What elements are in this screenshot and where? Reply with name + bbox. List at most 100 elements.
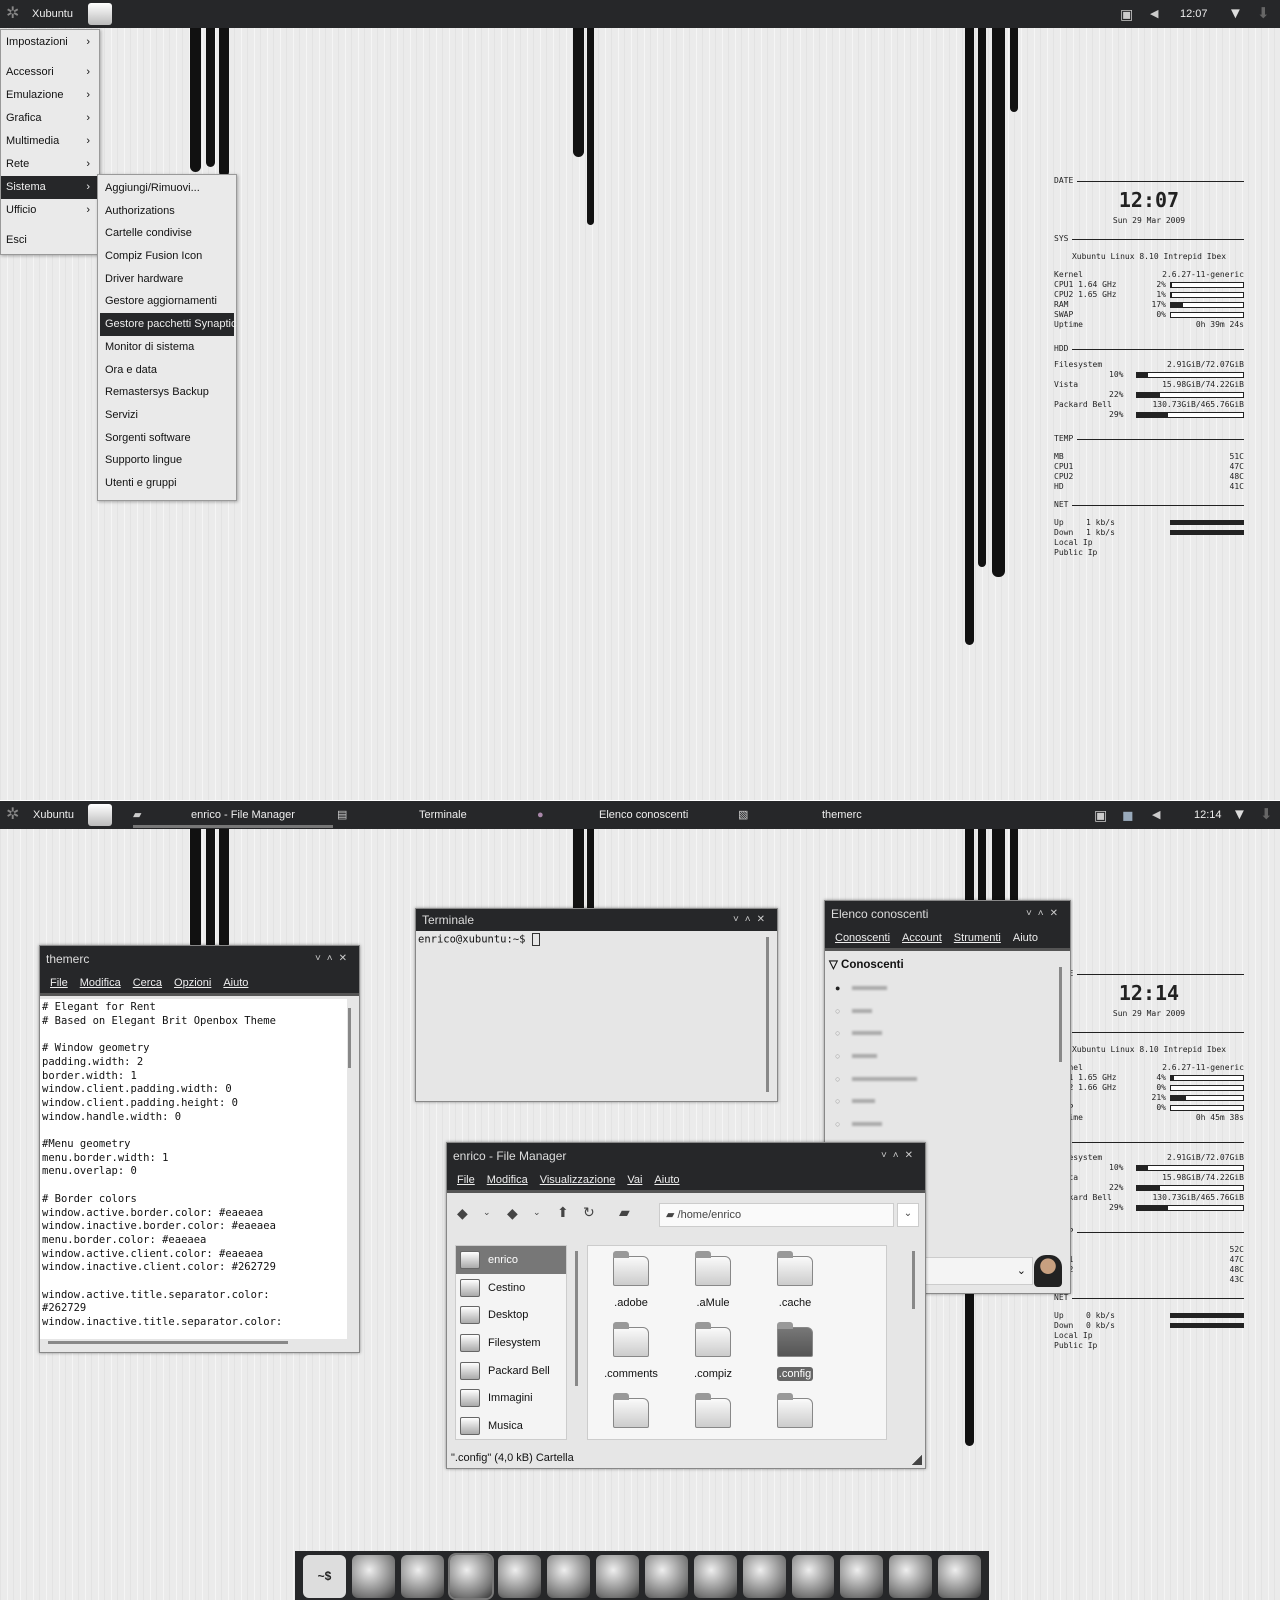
avatar[interactable] <box>1034 1255 1062 1287</box>
menu-item-impostazioni[interactable]: Impostazioni › <box>1 31 99 54</box>
window-controls[interactable]: ˅˄✕ <box>733 909 771 931</box>
place-item[interactable]: Cestino <box>456 1274 566 1302</box>
file-view-scrollbar[interactable] <box>912 1251 915 1309</box>
dock-lastfm-icon[interactable] <box>791 1555 835 1598</box>
menu-item-rete[interactable]: Rete › <box>1 153 99 176</box>
logout-icon[interactable]: ⬇ <box>1260 801 1273 829</box>
menu-item-esci[interactable]: Esci <box>1 229 99 252</box>
submenu-item[interactable]: Authorizations <box>100 200 234 223</box>
title-bar[interactable]: Elenco conoscenti ˅˄✕ <box>825 901 1070 927</box>
dock-archive-icon[interactable] <box>840 1555 884 1598</box>
file-item[interactable]: .compiz <box>672 1322 754 1398</box>
window-controls[interactable]: ˅˄✕ <box>1026 901 1064 927</box>
dock-torrent-icon[interactable] <box>889 1555 933 1598</box>
file-item[interactable]: .cache <box>754 1251 836 1327</box>
submenu-item[interactable]: Sorgenti software <box>100 427 234 450</box>
menu-item-multimedia[interactable]: Multimedia › <box>1 130 99 153</box>
place-item[interactable]: Packard Bell <box>456 1357 566 1385</box>
menu-modifica[interactable]: Modifica <box>80 977 121 989</box>
menu-account[interactable]: Account <box>902 932 942 944</box>
file-item[interactable]: .config <box>754 1322 836 1398</box>
dock-text-editor-icon[interactable] <box>351 1555 395 1598</box>
submenu-item[interactable]: Servizi <box>100 404 234 427</box>
menu-visualizzazione[interactable]: Visualizzazione <box>540 1174 616 1186</box>
submenu-item[interactable]: Gestore aggiornamenti <box>100 290 234 313</box>
buddy-group[interactable]: ▽ Conoscenti <box>825 951 1070 977</box>
title-bar[interactable]: enrico - File Manager ˅˄✕ <box>447 1143 925 1169</box>
menu-aiuto[interactable]: Aiuto <box>1013 932 1038 944</box>
file-item[interactable]: .adobe <box>590 1251 672 1327</box>
text-area[interactable]: # Elegant for Rent # Based on Elegant Br… <box>40 999 347 1339</box>
submenu-item[interactable]: Cartelle condivise <box>100 222 234 245</box>
menu-cerca[interactable]: Cerca <box>133 977 162 989</box>
sidebar-scrollbar[interactable] <box>575 1251 578 1386</box>
submenu-item[interactable]: Compiz Fusion Icon <box>100 245 234 268</box>
submenu-item[interactable]: Driver hardware <box>100 268 234 291</box>
buddy-item[interactable]: ○ <box>825 1090 1070 1113</box>
workspace-switcher-icon[interactable]: ▣ <box>1120 0 1133 28</box>
vertical-scrollbar[interactable] <box>1059 967 1062 1062</box>
xubuntu-logo-icon[interactable]: ✲ <box>6 0 19 28</box>
workspace-switcher-icon[interactable]: ▣ <box>1094 801 1107 829</box>
file-item[interactable] <box>590 1393 672 1439</box>
location-bar[interactable]: ▰ /home/enrico <box>659 1203 894 1227</box>
terminal-output[interactable]: enrico@xubuntu:~$ <box>416 931 777 1097</box>
menu-aiuto[interactable]: Aiuto <box>654 1174 679 1186</box>
menu-opzioni[interactable]: Opzioni <box>174 977 211 989</box>
title-bar[interactable]: Terminale ˅˄✕ <box>416 909 777 931</box>
dock-writer-icon[interactable] <box>596 1555 640 1598</box>
title-bar[interactable]: themerc ˅˄✕ <box>40 946 359 972</box>
volume-icon[interactable]: ◀ <box>1150 0 1158 28</box>
place-item[interactable]: Immagini <box>456 1384 566 1412</box>
place-item[interactable]: Filesystem <box>456 1329 566 1357</box>
menu-item-emulazione[interactable]: Emulazione › <box>1 84 99 107</box>
file-item[interactable] <box>754 1393 836 1439</box>
dock-amule-icon[interactable] <box>938 1555 982 1598</box>
forward-history-icon[interactable]: ⌄ <box>533 1207 541 1218</box>
buddy-item[interactable]: ○ <box>825 1000 1070 1023</box>
dock-terminal-icon[interactable]: ~$ <box>303 1555 346 1598</box>
reload-icon[interactable]: ↻ <box>583 1204 595 1221</box>
horizontal-scrollbar[interactable] <box>48 1341 288 1344</box>
menu-conoscenti[interactable]: Conoscenti <box>835 932 890 944</box>
menu-item-ufficio[interactable]: Ufficio › <box>1 199 99 222</box>
volume-icon[interactable]: ◀ <box>1152 801 1160 829</box>
task-buddy-list[interactable]: ● Elenco conoscenti <box>537 801 727 829</box>
back-history-icon[interactable]: ⌄ <box>483 1207 491 1218</box>
start-menu-button[interactable]: Xubuntu <box>32 0 73 28</box>
dock-file-manager-icon[interactable] <box>693 1555 737 1598</box>
buddy-item[interactable]: ○ <box>825 1067 1070 1090</box>
window-controls[interactable]: ˅˄✕ <box>315 946 353 972</box>
menu-item-accessori[interactable]: Accessori › <box>1 61 99 84</box>
menu-strumenti[interactable]: Strumenti <box>954 932 1001 944</box>
dock-presentation-icon[interactable] <box>645 1555 688 1598</box>
vertical-scrollbar[interactable] <box>766 937 769 1092</box>
clock[interactable]: 12:07 <box>1180 0 1208 28</box>
menu-modifica[interactable]: Modifica <box>487 1174 528 1186</box>
home-icon[interactable]: ▰ <box>619 1204 630 1221</box>
submenu-item[interactable]: Monitor di sistema <box>100 336 234 359</box>
location-dropdown[interactable]: ⌄ <box>897 1203 919 1227</box>
submenu-item[interactable]: Ora e data <box>100 359 234 382</box>
buddy-item[interactable]: ○ <box>825 1113 1070 1136</box>
task-file-manager[interactable]: ▰ enrico - File Manager <box>133 801 333 828</box>
start-menu-button[interactable]: Xubuntu <box>33 801 74 829</box>
menu-item-grafica[interactable]: Grafica › <box>1 107 99 130</box>
buddy-item[interactable]: ○ <box>825 1022 1070 1045</box>
submenu-item[interactable]: Aggiungi/Rimuovi... <box>100 177 234 200</box>
place-item[interactable]: Desktop <box>456 1301 566 1329</box>
dock-messenger-icon[interactable] <box>547 1555 591 1598</box>
menu-aiuto[interactable]: Aiuto <box>223 977 248 989</box>
buddy-item[interactable]: ○ <box>825 1045 1070 1068</box>
file-item[interactable] <box>672 1393 754 1439</box>
resize-grip-icon[interactable] <box>912 1455 922 1465</box>
vertical-scrollbar[interactable] <box>348 1008 351 1068</box>
clock[interactable]: 12:14 <box>1194 801 1222 829</box>
up-icon[interactable]: ⬆ <box>557 1204 569 1221</box>
task-terminal[interactable]: ▤ Terminale <box>337 801 527 829</box>
file-item[interactable]: .comments <box>590 1322 672 1398</box>
xubuntu-logo-icon[interactable]: ✲ <box>6 801 19 829</box>
submenu-item[interactable]: Remastersys Backup <box>100 381 234 404</box>
dock-web-browser-icon[interactable] <box>447 1553 495 1600</box>
pidgin-tray-icon[interactable]: ◼ <box>1122 801 1134 829</box>
